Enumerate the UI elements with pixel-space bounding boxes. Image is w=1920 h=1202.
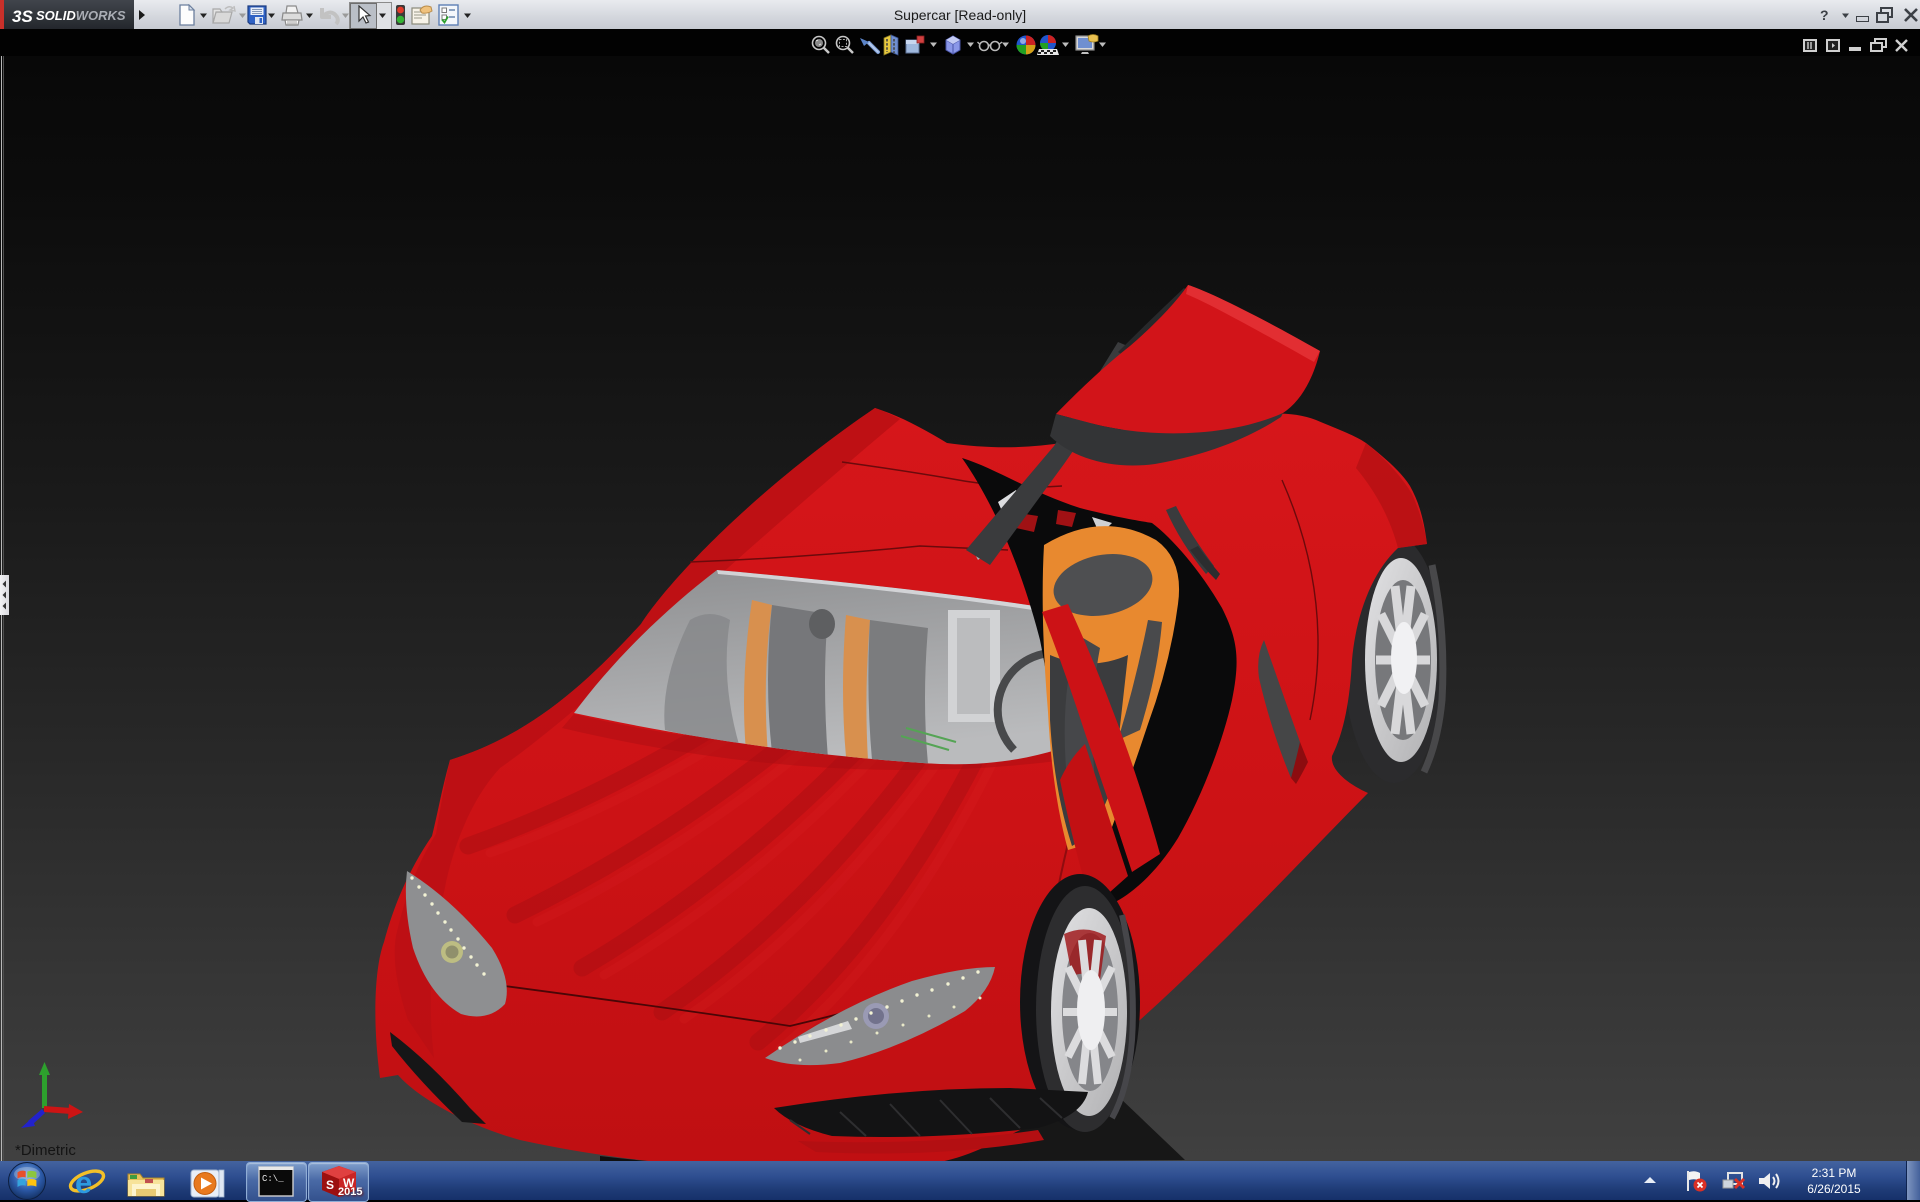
svg-text:?: ? bbox=[1820, 7, 1829, 23]
svg-text:S: S bbox=[326, 1178, 334, 1192]
svg-text:e: e bbox=[75, 1165, 92, 1199]
svg-text:C:\_: C:\_ bbox=[262, 1174, 284, 1184]
svg-text:SOLIDWORKS: SOLIDWORKS bbox=[36, 8, 126, 23]
svg-text:3S: 3S bbox=[12, 7, 33, 26]
